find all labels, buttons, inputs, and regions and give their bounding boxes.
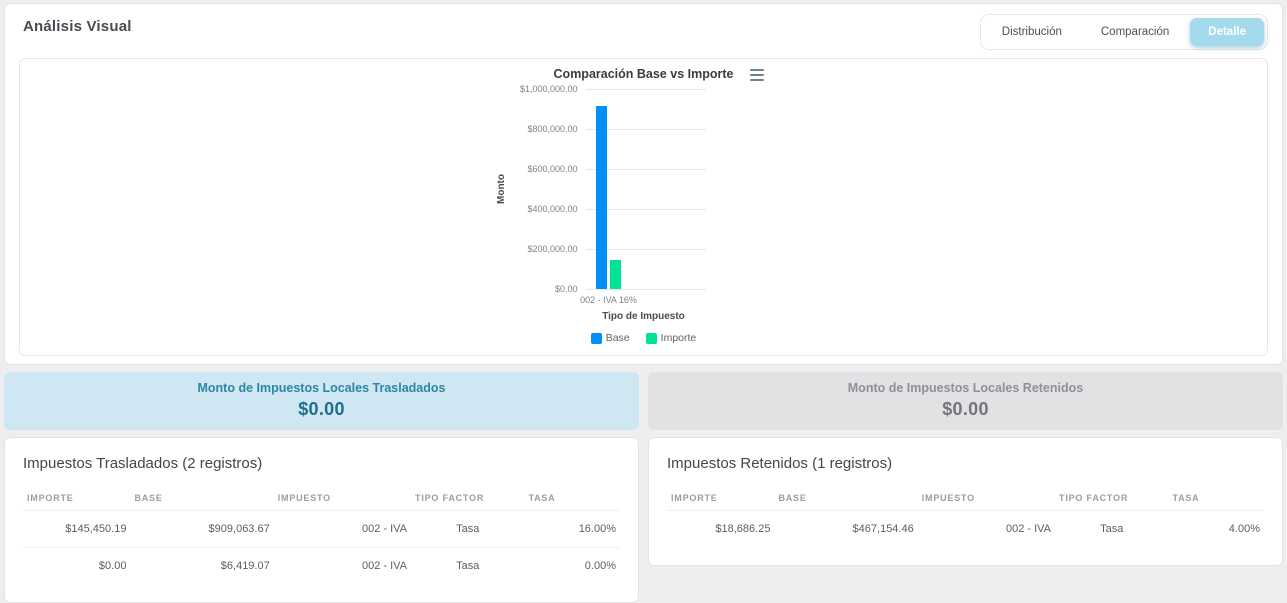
y-tick-label: $200,000.00 — [527, 244, 577, 254]
table-cell: $145,450.19 — [23, 511, 130, 548]
table-cell: 0.00% — [524, 548, 620, 585]
chart-menu-icon[interactable] — [748, 67, 766, 83]
chart-legend: Base Importe — [494, 332, 794, 344]
legend-item-base[interactable]: Base — [591, 332, 630, 344]
data-table: IMPORTEBASEIMPUESTOTIPO FACTORTASA$18,68… — [667, 486, 1264, 547]
column-header: TASA — [1168, 486, 1264, 511]
y-axis-title: Monto — [496, 174, 507, 204]
table-row: $145,450.19$909,063.67002 - IVATasa16.00… — [23, 511, 620, 548]
column-header: BASE — [774, 486, 917, 511]
tab-comparacion[interactable]: Comparación — [1083, 18, 1187, 46]
bar-importe[interactable] — [610, 260, 621, 289]
table-cell: 002 - IVA — [274, 548, 411, 585]
plot: 002 - IVA 16% — [586, 89, 706, 289]
table-cell: Tasa — [411, 511, 524, 548]
y-axis-title-wrap: Monto — [494, 89, 510, 289]
table-cell: $0.00 — [23, 548, 130, 585]
table-cell: Tasa — [1055, 511, 1168, 548]
summary-card-title: Monto de Impuestos Locales Retenidos — [658, 381, 1273, 395]
tax-tables-row: Impuestos Trasladados (2 registros) IMPOR… — [4, 437, 1283, 603]
y-tick-label: $800,000.00 — [527, 124, 577, 134]
legend-label: Importe — [661, 332, 697, 344]
table-row: $18,686.25$467,154.46002 - IVATasa4.00% — [667, 511, 1264, 548]
table-cell: 4.00% — [1168, 511, 1264, 548]
chart-container: Comparación Base vs Importe Monto $1,000… — [19, 58, 1268, 356]
table-title: Impuestos Retenidos (1 registros) — [667, 455, 1264, 472]
y-tick-label: $600,000.00 — [527, 164, 577, 174]
chart-title-row: Comparación Base vs Importe — [494, 65, 794, 83]
table-title: Impuestos Trasladados (2 registros) — [23, 455, 620, 472]
legend-marker — [646, 333, 657, 344]
summary-cards-row: Monto de Impuestos Locales Trasladados $0… — [4, 372, 1283, 430]
legend-label: Base — [606, 332, 630, 344]
column-header: IMPORTE — [667, 486, 774, 511]
y-tick-label: $0.00 — [555, 284, 578, 294]
chart-plot-area: Monto $1,000,000.00$800,000.00$600,000.0… — [494, 89, 794, 289]
data-table: IMPORTEBASEIMPUESTOTIPO FACTORTASA$145,4… — [23, 486, 620, 584]
y-tick-label: $400,000.00 — [527, 204, 577, 214]
summary-card-retenidos: Monto de Impuestos Locales Retenidos $0.0… — [648, 372, 1283, 430]
column-header: BASE — [130, 486, 273, 511]
column-header: IMPUESTO — [274, 486, 411, 511]
table-cell: 002 - IVA — [274, 511, 411, 548]
column-header: TIPO FACTOR — [1055, 486, 1168, 511]
bar-chart: Comparación Base vs Importe Monto $1,000… — [494, 65, 794, 355]
column-header: TASA — [524, 486, 620, 511]
tab-detalle[interactable]: Detalle — [1190, 18, 1264, 46]
tab-distribucion[interactable]: Distribución — [984, 18, 1080, 46]
x-category-label: 002 - IVA 16% — [580, 295, 637, 305]
chart-title: Comparación Base vs Importe — [554, 67, 734, 81]
summary-card-value: $0.00 — [658, 399, 1273, 420]
column-header: IMPORTE — [23, 486, 130, 511]
legend-marker — [591, 333, 602, 344]
bar-group — [596, 89, 621, 289]
summary-card-traslados: Monto de Impuestos Locales Trasladados $0… — [4, 372, 639, 430]
x-axis-title: Tipo de Impuesto — [494, 311, 794, 322]
table-card-trasladados: Impuestos Trasladados (2 registros) IMPOR… — [4, 437, 639, 603]
table-row: $0.00$6,419.07002 - IVATasa0.00% — [23, 548, 620, 585]
view-tab-group: DistribuciónComparaciónDetalle — [980, 14, 1268, 50]
table-cell: $18,686.25 — [667, 511, 774, 548]
summary-card-title: Monto de Impuestos Locales Trasladados — [14, 381, 629, 395]
legend-item-importe[interactable]: Importe — [646, 332, 697, 344]
analisis-visual-panel: Análisis Visual DistribuciónComparaciónD… — [4, 3, 1283, 365]
y-tick-label: $1,000,000.00 — [520, 84, 578, 94]
y-axis-ticks: $1,000,000.00$800,000.00$600,000.00$400,… — [510, 89, 586, 289]
table-cell: $467,154.46 — [774, 511, 917, 548]
bar-base[interactable] — [596, 106, 607, 289]
table-cell: 16.00% — [524, 511, 620, 548]
table-cell: $6,419.07 — [130, 548, 273, 585]
page-title: Análisis Visual — [23, 18, 132, 35]
panel-header: Análisis Visual DistribuciónComparaciónD… — [19, 14, 1268, 50]
table-cell: 002 - IVA — [918, 511, 1055, 548]
table-cell: Tasa — [411, 548, 524, 585]
column-header: TIPO FACTOR — [411, 486, 524, 511]
table-card-retenidos: Impuestos Retenidos (1 registros) IMPORTE… — [648, 437, 1283, 566]
gridline — [586, 289, 706, 290]
table-cell: $909,063.67 — [130, 511, 273, 548]
summary-card-value: $0.00 — [14, 399, 629, 420]
column-header: IMPUESTO — [918, 486, 1055, 511]
